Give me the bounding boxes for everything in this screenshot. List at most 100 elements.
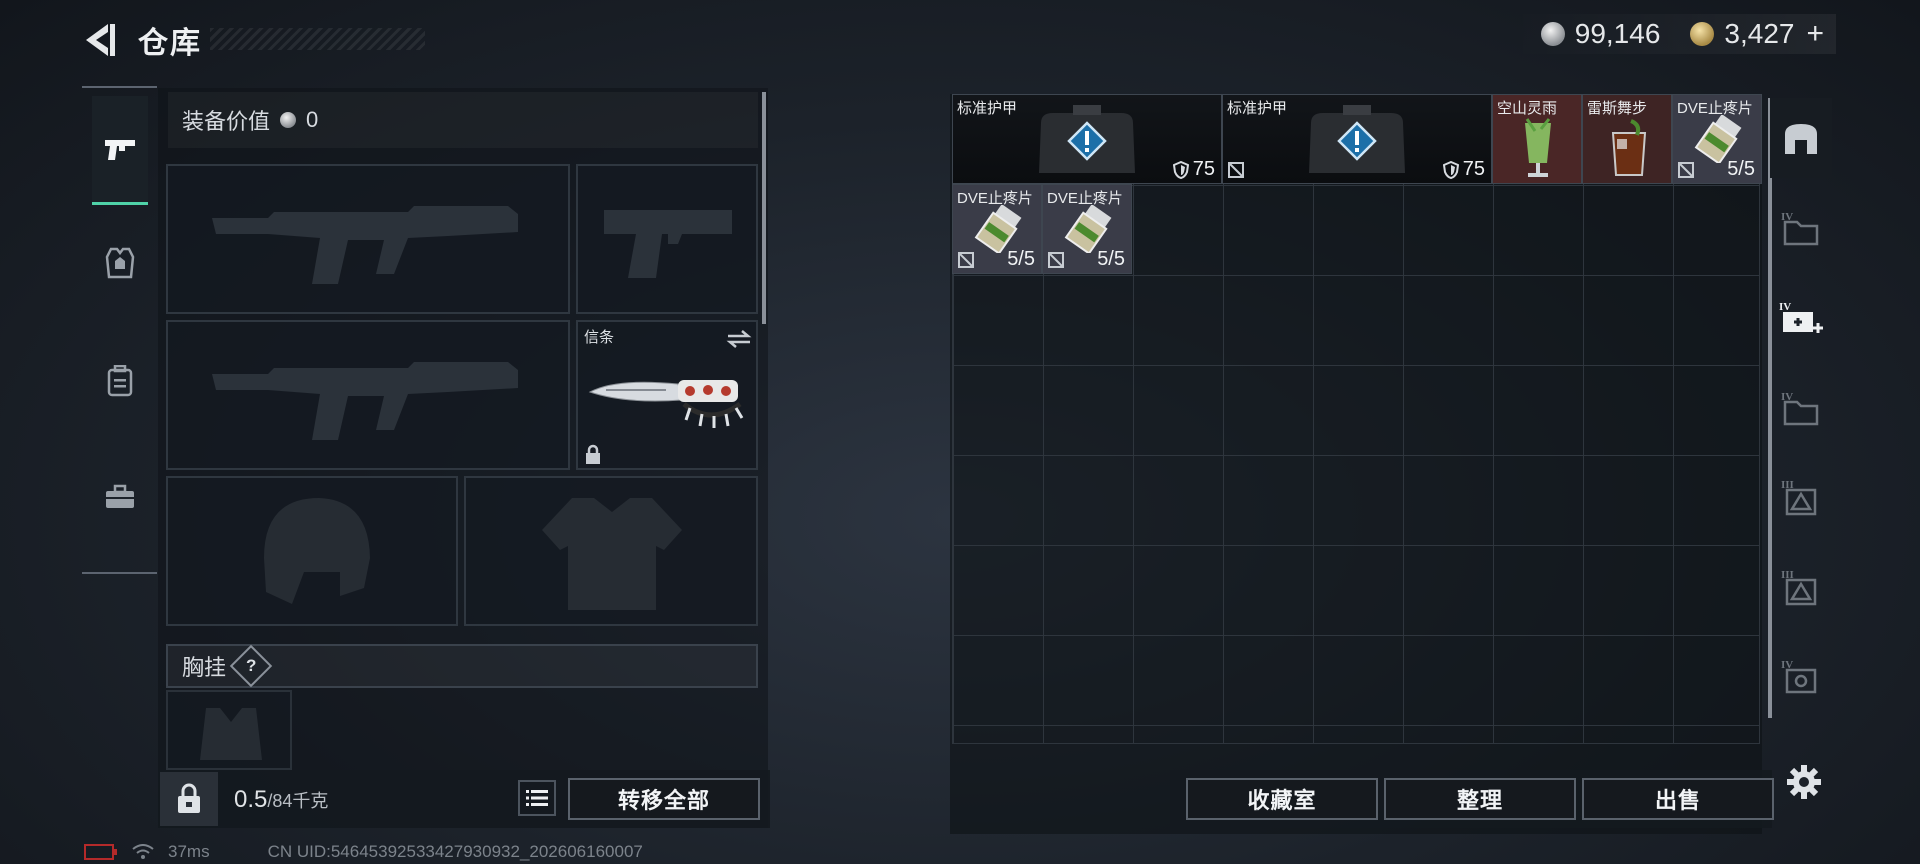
item-name: 雷斯舞步 (1587, 100, 1648, 117)
vest-silhouette-icon (542, 498, 682, 610)
equipment-value-label: 装备价值 (182, 109, 271, 134)
ping-value: 37ms (168, 842, 210, 861)
lock-button[interactable] (160, 772, 218, 826)
swap-icon[interactable] (726, 328, 752, 350)
item-durability-value: 75 (1192, 158, 1215, 180)
folder-tier-iv-icon: IV (1781, 211, 1819, 246)
sell-button[interactable]: 出售 (1582, 778, 1774, 820)
backpack-icon (107, 365, 133, 397)
silver-amount: 99,146 (1574, 18, 1661, 49)
no-trade-icon (1678, 162, 1694, 178)
item-name: 标准护甲 (1227, 100, 1288, 117)
list-view-button[interactable] (518, 780, 556, 816)
stash-item-painkiller[interactable]: DVE止疼片 5/5 (1042, 184, 1132, 274)
tab-stash-iii-2[interactable]: III (1770, 548, 1832, 628)
loadout-scrollbar[interactable] (762, 92, 766, 324)
pill-bottle-icon (974, 205, 1022, 253)
helmet-slot[interactable] (166, 476, 458, 626)
currency-bar: 99,146 3,427 + (1510, 14, 1836, 54)
ticket-tier-iv-icon: IV (1781, 659, 1817, 694)
no-trade-icon (958, 252, 974, 268)
sort-button[interactable]: 整理 (1384, 778, 1576, 820)
tab-add-stash[interactable]: IV (1770, 278, 1832, 358)
item-count: 5/5 (1727, 158, 1755, 180)
tab-backpack[interactable] (92, 328, 148, 434)
tab-kit[interactable] (92, 444, 148, 550)
stash-item-armor[interactable]: 标准护甲 75 (1222, 94, 1492, 184)
tab-stash-iii-1[interactable]: III (1770, 458, 1832, 538)
tab-stash-iv-1[interactable]: IV (1770, 188, 1832, 268)
page-title: 仓库 (138, 27, 202, 60)
loadout-tabs (82, 86, 157, 574)
equipment-value: 0 (306, 107, 319, 132)
tab-stash-iv-3[interactable]: IV (1770, 638, 1832, 718)
armor-bag-icon (1039, 105, 1135, 173)
svg-text:IV: IV (1779, 301, 1791, 313)
chest-rig-slot[interactable] (166, 690, 292, 770)
weight-max: /84千克 (267, 791, 329, 811)
chest-rig-silhouette-icon (200, 708, 262, 760)
ticket-tier-iii-icon: III (1781, 569, 1817, 606)
token-slot-label: 信条 (584, 329, 615, 346)
primary-weapon-slot[interactable] (166, 164, 570, 314)
body-armor-slot[interactable] (464, 476, 758, 626)
stash-tabs: IV IV IV III III IV (1770, 94, 1832, 734)
lock-icon (586, 444, 600, 464)
padlock-icon (178, 783, 200, 813)
transfer-all-button[interactable]: 转移全部 (568, 778, 760, 820)
tab-weapon[interactable] (92, 96, 148, 205)
item-count: 5/5 (1007, 248, 1035, 270)
no-trade-icon (1228, 162, 1244, 178)
pill-bottle-icon (1694, 115, 1742, 163)
token-slot[interactable]: 信条 (576, 320, 758, 470)
title-decoration (210, 28, 425, 50)
wifi-icon (132, 844, 154, 859)
stash-arch-icon (1785, 124, 1817, 154)
add-stash-iv-icon: IV (1779, 301, 1823, 333)
stash-item-painkiller[interactable]: DVE止疼片 5/5 (1672, 94, 1762, 184)
green-cocktail-icon (1525, 118, 1551, 177)
folder-tier-iv-icon: IV (1781, 391, 1819, 426)
tab-stash-iv-2[interactable]: IV (1770, 368, 1832, 448)
item-name: 标准护甲 (957, 100, 1018, 117)
chest-rig-label: 胸挂 (182, 655, 227, 680)
help-button[interactable]: ? (229, 644, 273, 688)
chest-rig-header: 胸挂 ? (166, 644, 758, 688)
gear-icon (1787, 765, 1821, 799)
armor-bag-icon (1309, 105, 1405, 173)
stash-item-drink[interactable]: 雷斯舞步 (1582, 94, 1672, 184)
rifle-silhouette-icon (212, 362, 518, 440)
pistol-icon (105, 140, 135, 160)
item-durability: 75 (1442, 158, 1485, 181)
stash-item-drink[interactable]: 空山灵雨 (1492, 94, 1582, 184)
back-arrow-icon (86, 24, 115, 56)
item-name: 空山灵雨 (1497, 100, 1558, 117)
battery-icon (84, 844, 117, 860)
settings-button[interactable] (1786, 764, 1822, 800)
status-line: 37ms CN UID:54645392533427930932_2026061… (84, 842, 643, 862)
stash-item-armor[interactable]: 标准护甲 75 (952, 94, 1222, 184)
tab-armor[interactable] (92, 210, 148, 316)
shield-icon (1172, 160, 1189, 179)
secondary-weapon-slot[interactable] (166, 320, 570, 470)
back-button[interactable] (80, 20, 120, 60)
shield-icon (1442, 160, 1459, 179)
item-durability: 75 (1172, 158, 1215, 181)
collection-room-button[interactable]: 收藏室 (1186, 778, 1378, 820)
stash-item-painkiller[interactable]: DVE止疼片 5/5 (952, 184, 1042, 274)
player-uid: CN UID:54645392533427930932_202606160007 (267, 842, 643, 861)
no-trade-icon (1048, 252, 1064, 268)
gold-coin-icon (1690, 22, 1715, 46)
pistol-silhouette-icon (604, 210, 732, 278)
add-currency-button[interactable]: + (1806, 17, 1824, 51)
carry-weight: 0.5/84千克 (234, 786, 328, 814)
ticket-tier-iii-icon: III (1781, 479, 1817, 516)
gold-amount: 3,427 (1724, 18, 1795, 49)
tab-stash-main[interactable] (1770, 98, 1832, 178)
weight-current: 0.5 (234, 786, 268, 813)
sidearm-slot[interactable] (576, 164, 758, 314)
whisky-glass-icon (1611, 119, 1647, 176)
silver-coin-icon (1540, 22, 1565, 46)
pill-bottle-icon (1064, 205, 1112, 253)
list-icon (526, 790, 548, 806)
